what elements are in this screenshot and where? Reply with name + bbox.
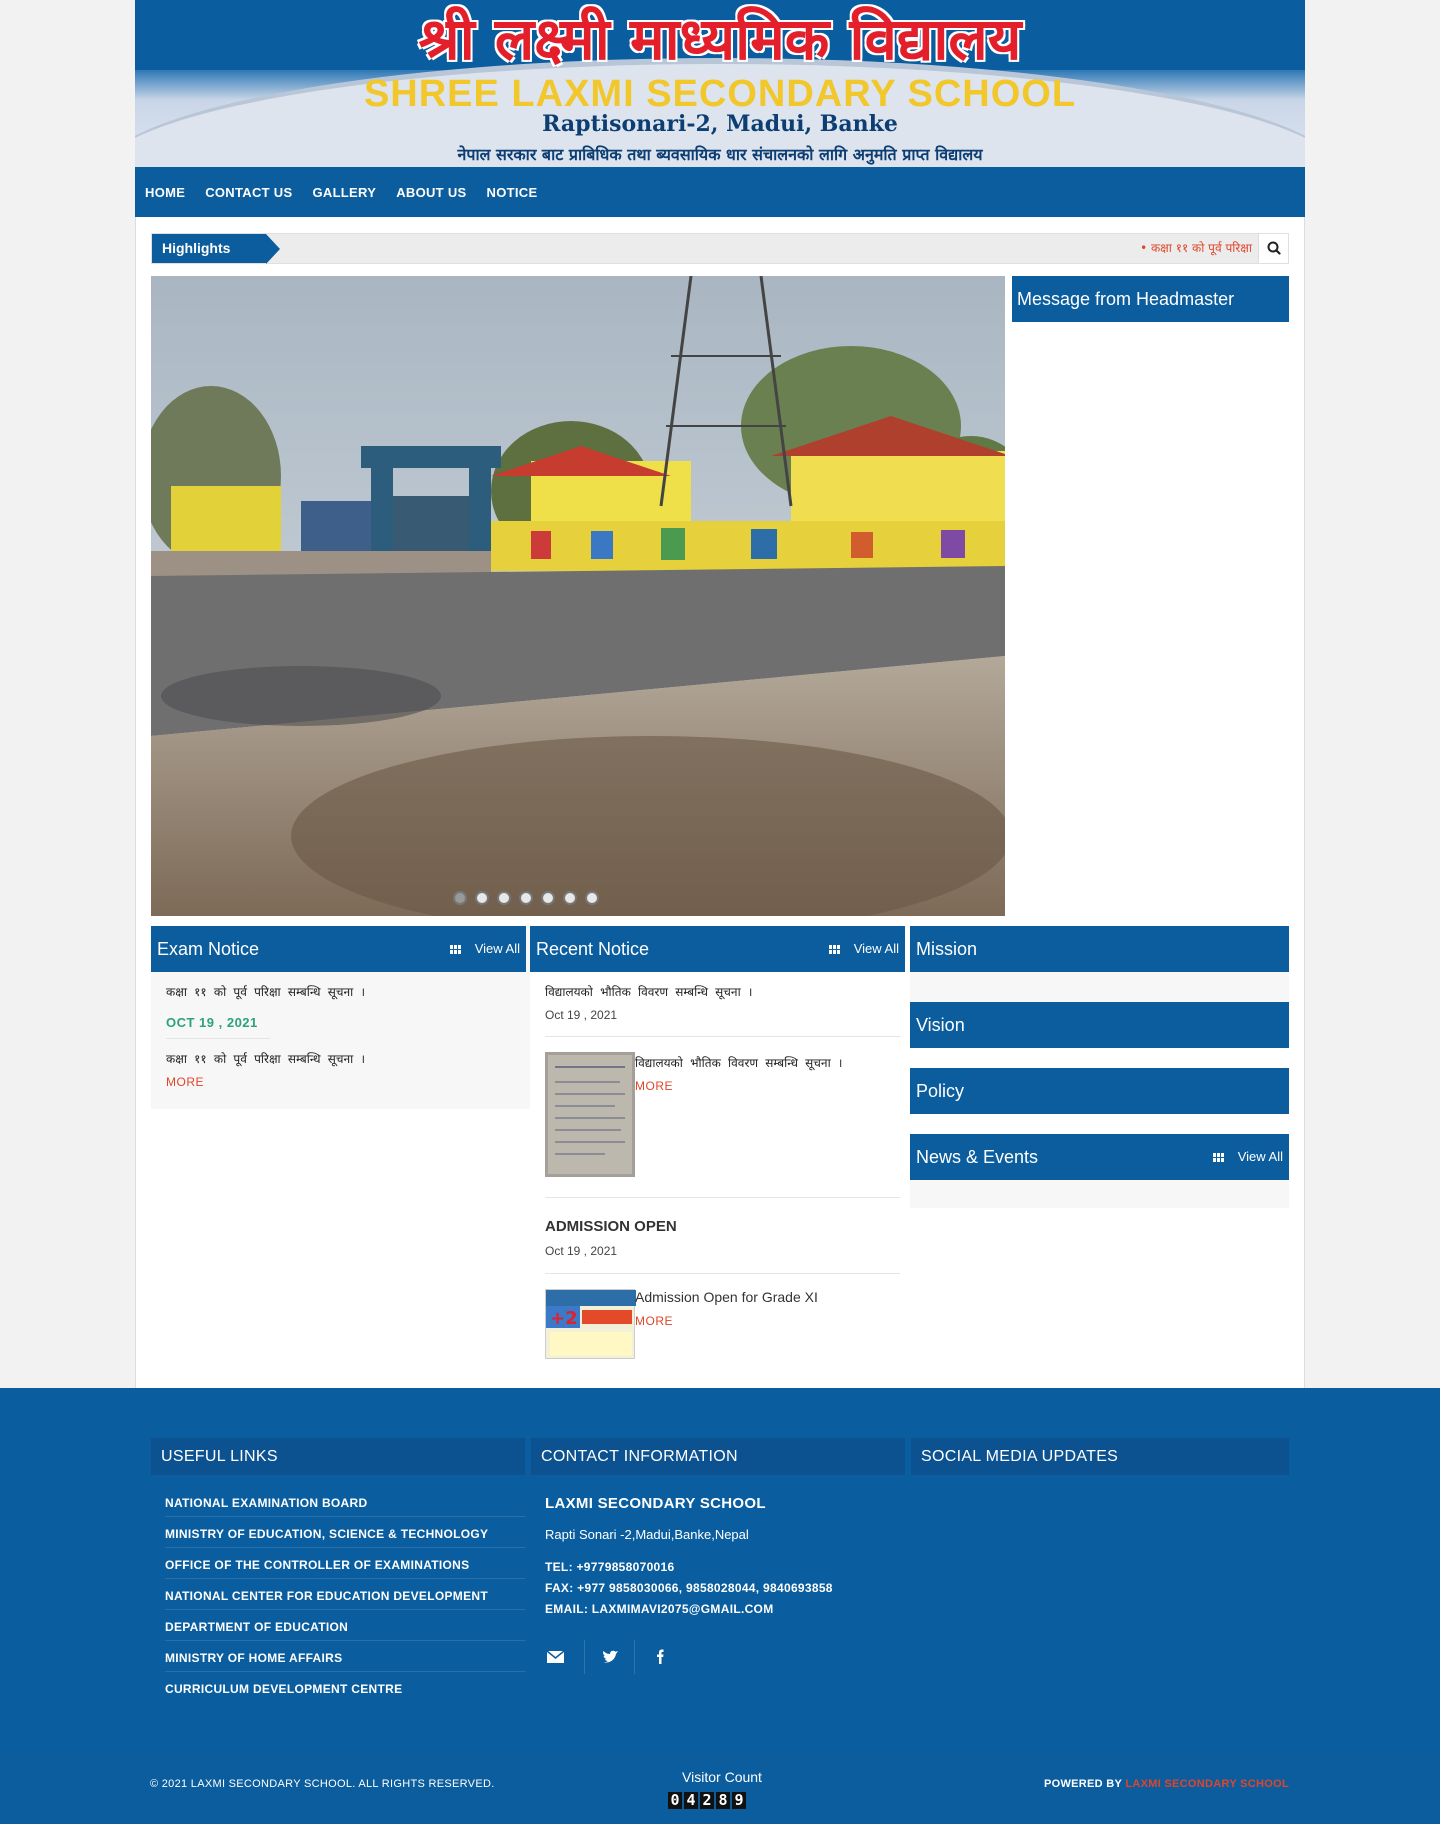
nav-home[interactable]: HOME — [135, 185, 195, 200]
mission-header[interactable]: Mission — [910, 926, 1289, 972]
highlights-ticker[interactable]: • कक्षा ११ को पूर्व परिक्षा — [1140, 234, 1252, 263]
contact-tel: TEL: +9779858070016 — [545, 1560, 675, 1574]
exam-notice-item-title[interactable]: कक्षा ११ को पूर्व परिक्षा सम्बन्धि सूचना… — [166, 983, 365, 1000]
nav-gallery[interactable]: GALLERY — [302, 185, 386, 200]
contact-address: Rapti Sonari -2,Madui,Banke,Nepal — [545, 1527, 749, 1542]
notice-letter-thumbnail[interactable] — [545, 1052, 635, 1177]
footer-link-moha[interactable]: MINISTRY OF HOME AFFAIRS — [165, 1651, 525, 1665]
vision-header[interactable]: Vision — [910, 1002, 1289, 1048]
recent-notice-more-link[interactable]: MORE — [635, 1079, 673, 1093]
exam-notice-view-all[interactable]: View All — [449, 926, 520, 972]
visitor-counter: 0 4 2 8 9 — [668, 1792, 746, 1809]
poster-image: +2 — [546, 1290, 636, 1356]
powered-by-link[interactable]: LAXMI SECONDARY SCHOOL — [1125, 1778, 1289, 1790]
slider-dot[interactable] — [563, 891, 577, 905]
visitor-count-label: Visitor Count — [682, 1769, 762, 1785]
grid-icon — [449, 944, 461, 954]
grid-icon — [1212, 1152, 1224, 1162]
grid-icon — [828, 944, 840, 954]
mission-body — [910, 972, 1289, 1002]
school-title-nepali: श्री लक्ष्मी माध्यमिक विद्यालय — [418, 5, 1022, 73]
recent-notice-panel: Recent Notice View All — [530, 926, 905, 972]
nav-notice[interactable]: NOTICE — [477, 185, 548, 200]
highlights-bar: Highlights • कक्षा ११ को पूर्व परिक्षा — [151, 233, 1289, 264]
contact-email: EMAIL: LAXMIMAVI2075@GMAIL.COM — [545, 1602, 774, 1616]
slider-dot[interactable] — [585, 891, 599, 905]
exam-notice-item-date: OCT 19 , 2021 — [166, 1015, 258, 1030]
copyright-text: © 2021 LAXMI SECONDARY SCHOOL. ALL RIGHT… — [150, 1778, 495, 1790]
social-media-title: SOCIAL MEDIA UPDATES — [911, 1438, 1289, 1475]
footer-link-controller-exams[interactable]: OFFICE OF THE CONTROLLER OF EXAMINATIONS — [165, 1558, 525, 1572]
slider-dot[interactable] — [519, 891, 533, 905]
admission-notice-title[interactable]: ADMISSION OPEN — [545, 1218, 677, 1235]
facebook-icon — [657, 1649, 664, 1664]
contact-info-title: CONTACT INFORMATION — [531, 1438, 905, 1475]
school-address: Raptisonari-2, Madui, Banke — [542, 111, 898, 137]
footer-link-moest[interactable]: MINISTRY OF EDUCATION, SCIENCE & TECHNOL… — [165, 1527, 525, 1541]
powered-by: POWERED BY LAXMI SECONDARY SCHOOL — [1043, 1778, 1289, 1790]
svg-text:+2: +2 — [550, 1308, 578, 1329]
nav-about-us[interactable]: ABOUT US — [386, 185, 476, 200]
twitter-icon — [603, 1650, 618, 1663]
slider-dot[interactable] — [541, 891, 555, 905]
contact-school-name: LAXMI SECONDARY SCHOOL — [545, 1495, 766, 1512]
footer-link-neb[interactable]: NATIONAL EXAMINATION BOARD — [165, 1496, 525, 1510]
exam-notice-header: Exam Notice View All — [151, 926, 526, 972]
footer-link-cdc[interactable]: CURRICULUM DEVELOPMENT CENTRE — [165, 1682, 525, 1696]
admission-notice-excerpt: Admission Open for Grade XI — [635, 1289, 818, 1305]
recent-notice-item-date: Oct 19 , 2021 — [545, 1008, 618, 1022]
recent-notice-title: Recent Notice — [536, 939, 650, 959]
recent-notice-view-all[interactable]: View All — [828, 926, 899, 972]
twitter-social-button[interactable] — [595, 1640, 635, 1674]
facebook-social-button[interactable] — [645, 1640, 685, 1674]
slider-dot[interactable] — [475, 891, 489, 905]
search-button[interactable] — [1258, 234, 1288, 263]
footer-link-nced[interactable]: NATIONAL CENTER FOR EDUCATION DEVELOPMEN… — [165, 1589, 525, 1603]
exam-notice-title: Exam Notice — [157, 939, 260, 959]
exam-notice-more-link[interactable]: MORE — [166, 1075, 204, 1089]
bottom-bar: © 2021 LAXMI SECONDARY SCHOOL. ALL RIGHT… — [0, 1752, 1440, 1824]
email-social-button[interactable] — [545, 1640, 585, 1674]
news-events-body — [910, 1180, 1289, 1208]
contact-fax: FAX: +977 9858030066, 9858028044, 984069… — [545, 1581, 833, 1595]
headmaster-message-header: Message from Headmaster — [1012, 276, 1289, 322]
document-icon — [548, 1055, 632, 1174]
recent-notice-header: Recent Notice View All — [530, 926, 905, 972]
news-events-view-all[interactable]: View All — [1212, 1134, 1283, 1180]
search-icon — [1267, 241, 1281, 255]
slider-dot[interactable] — [497, 891, 511, 905]
school-tagline: नेपाल सरकार बाट प्राबिधिक तथा ब्यवसायिक … — [457, 145, 983, 164]
slider-dot[interactable] — [453, 891, 467, 905]
exam-notice-panel: Exam Notice View All कक्षा ११ को पूर्व प… — [151, 926, 530, 1109]
nav-contact-us[interactable]: CONTACT US — [195, 185, 302, 200]
image-slider[interactable] — [151, 276, 1005, 916]
main-nav: HOME CONTACT US GALLERY ABOUT US NOTICE — [135, 167, 1305, 217]
slider-dots — [453, 891, 599, 905]
useful-links-title: USEFUL LINKS — [151, 1438, 525, 1475]
recent-notice-item-title[interactable]: विद्यालयको भौतिक विवरण सम्बन्धि सूचना । — [545, 983, 752, 1000]
envelope-icon — [546, 1650, 565, 1663]
recent-notice-item-excerpt: विद्यालयको भौतिक विवरण सम्बन्धि सूचना । — [635, 1056, 843, 1070]
news-events-header: News & Events View All — [910, 1134, 1289, 1180]
school-banner: श्री लक्ष्मी माध्यमिक विद्यालय SHREE LAX… — [135, 0, 1305, 167]
exam-notice-item-excerpt: कक्षा ११ को पूर्व परिक्षा सम्बन्धि सूचना… — [166, 1052, 366, 1066]
highlights-label: Highlights — [152, 234, 266, 263]
admission-notice-date: Oct 19 , 2021 — [545, 1244, 618, 1258]
school-title-english: SHREE LAXMI SECONDARY SCHOOL — [363, 73, 1077, 115]
policy-header[interactable]: Policy — [910, 1068, 1289, 1114]
school-photo — [151, 276, 1005, 916]
admission-poster-thumbnail[interactable]: +2 — [545, 1289, 636, 1359]
admission-more-link[interactable]: MORE — [635, 1314, 673, 1328]
footer-link-doe[interactable]: DEPARTMENT OF EDUCATION — [165, 1620, 525, 1634]
news-events-title: News & Events — [916, 1147, 1039, 1167]
